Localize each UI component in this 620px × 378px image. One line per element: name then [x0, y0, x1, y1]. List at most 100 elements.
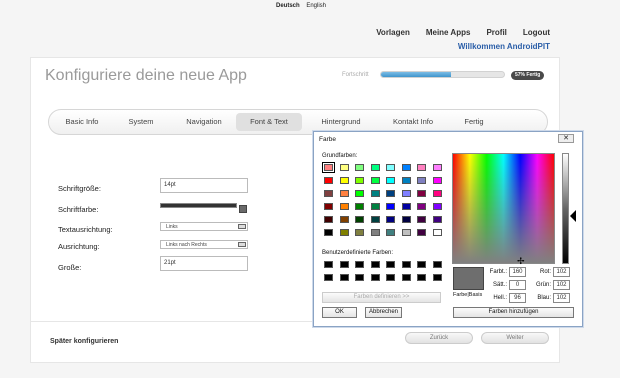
basic-color-swatch[interactable]	[417, 164, 426, 171]
basic-color-swatch[interactable]	[386, 203, 395, 210]
red-input[interactable]: 102	[553, 267, 570, 277]
basic-color-swatch[interactable]	[324, 190, 333, 197]
basic-color-swatch[interactable]	[370, 203, 380, 210]
basic-color-swatch[interactable]	[386, 216, 395, 223]
tab-navigation[interactable]: Navigation	[177, 110, 231, 134]
basic-color-swatch[interactable]	[355, 229, 364, 236]
basic-color-swatch[interactable]	[417, 229, 426, 236]
basic-color-swatch[interactable]	[432, 164, 442, 171]
basic-color-swatch[interactable]	[386, 177, 395, 184]
basic-color-swatch[interactable]	[324, 203, 333, 210]
custom-color-swatch[interactable]	[339, 274, 349, 281]
basic-color-swatch[interactable]	[370, 190, 380, 197]
custom-color-swatch[interactable]	[386, 261, 395, 268]
basic-color-swatch[interactable]	[355, 216, 364, 223]
basic-color-swatch[interactable]	[324, 177, 333, 184]
custom-color-swatch[interactable]	[339, 261, 349, 268]
basic-color-swatch[interactable]	[401, 164, 411, 171]
basic-color-swatch[interactable]	[432, 190, 442, 197]
basic-color-swatch[interactable]	[432, 203, 442, 210]
next-button[interactable]: Weiter	[481, 332, 549, 344]
basic-color-swatch[interactable]	[417, 216, 426, 223]
basic-color-swatch[interactable]	[401, 229, 411, 236]
custom-color-swatch[interactable]	[355, 261, 364, 268]
lang-german[interactable]: Deutsch	[276, 3, 300, 9]
basic-color-swatch[interactable]	[324, 229, 333, 236]
tab-font-text[interactable]: Font & Text	[236, 113, 302, 131]
lang-english[interactable]: English	[306, 3, 326, 9]
basic-color-swatch[interactable]	[401, 216, 411, 223]
custom-color-swatch[interactable]	[432, 261, 442, 268]
add-custom-colors-button[interactable]: Farben hinzufügen	[453, 307, 574, 318]
basic-color-swatch[interactable]	[322, 162, 335, 173]
basic-color-swatch[interactable]	[386, 229, 395, 236]
tab-basic-info[interactable]: Basic Info	[57, 110, 107, 134]
basic-color-swatch[interactable]	[355, 164, 364, 171]
hue-input[interactable]: 160	[509, 267, 526, 277]
tab-system[interactable]: System	[119, 110, 163, 134]
close-icon[interactable]: ✕	[558, 134, 574, 143]
nav-templates[interactable]: Vorlagen	[376, 28, 410, 37]
basic-color-swatch[interactable]	[355, 190, 364, 197]
custom-color-swatch[interactable]	[417, 274, 426, 281]
basic-color-swatch[interactable]	[417, 203, 426, 210]
basic-color-swatch[interactable]	[370, 177, 380, 184]
color-spectrum[interactable]	[452, 153, 555, 264]
basic-color-swatch[interactable]	[324, 216, 333, 223]
custom-color-swatch[interactable]	[401, 261, 411, 268]
basic-color-swatch[interactable]	[386, 190, 395, 197]
basic-color-swatch[interactable]	[401, 177, 411, 184]
back-button[interactable]: Zurück	[405, 332, 473, 344]
basic-color-swatch[interactable]	[432, 216, 442, 223]
text-align-select[interactable]: Links	[160, 222, 248, 231]
define-colors-button[interactable]: Farben definieren >>	[322, 292, 441, 303]
basic-color-swatch[interactable]	[339, 177, 349, 184]
basic-color-swatch[interactable]	[370, 229, 380, 236]
basic-colors-label: Grundfarben:	[322, 153, 358, 159]
basic-color-swatch[interactable]	[370, 164, 380, 171]
basic-color-swatch[interactable]	[417, 190, 426, 197]
crosshair-icon[interactable]: ✢	[517, 257, 525, 266]
custom-color-swatch[interactable]	[432, 274, 442, 281]
basic-color-swatch[interactable]	[355, 203, 364, 210]
basic-color-swatch[interactable]	[432, 229, 442, 236]
alignment-select[interactable]: Links nach Rechts	[160, 240, 248, 249]
basic-color-swatch[interactable]	[339, 203, 349, 210]
basic-color-swatch[interactable]	[432, 177, 442, 184]
custom-color-swatch[interactable]	[370, 261, 380, 268]
basic-color-swatch[interactable]	[339, 190, 349, 197]
basic-color-swatch[interactable]	[417, 177, 426, 184]
custom-color-swatch[interactable]	[370, 274, 380, 281]
font-color-swatch[interactable]	[239, 205, 247, 213]
basic-color-swatch[interactable]	[401, 190, 411, 197]
custom-color-swatch[interactable]	[324, 274, 333, 281]
custom-color-swatch[interactable]	[386, 274, 395, 281]
luminosity-bar[interactable]	[562, 153, 569, 264]
basic-color-swatch[interactable]	[386, 164, 395, 171]
nav-profile[interactable]: Profil	[486, 28, 506, 37]
luminosity-arrow-icon[interactable]	[570, 210, 576, 222]
custom-colors-label: Benutzerdefinierte Farben:	[322, 250, 394, 256]
ok-button[interactable]: OK	[322, 307, 357, 318]
font-size-input[interactable]: 14pt	[160, 178, 248, 193]
basic-color-swatch[interactable]	[339, 216, 349, 223]
blue-input[interactable]: 102	[553, 293, 570, 303]
basic-color-swatch[interactable]	[401, 203, 411, 210]
basic-color-swatch[interactable]	[370, 216, 380, 223]
configure-later-link[interactable]: Später konfigurieren	[50, 338, 118, 345]
custom-color-swatch[interactable]	[324, 261, 333, 268]
basic-color-swatch[interactable]	[339, 164, 349, 171]
basic-color-swatch[interactable]	[339, 229, 349, 236]
basic-color-swatch[interactable]	[355, 177, 364, 184]
font-color-bar[interactable]	[160, 203, 237, 208]
custom-color-swatch[interactable]	[355, 274, 364, 281]
custom-color-swatch[interactable]	[417, 261, 426, 268]
size-input[interactable]: 21pt	[160, 256, 248, 271]
nav-logout[interactable]: Logout	[523, 28, 550, 37]
nav-my-apps[interactable]: Meine Apps	[426, 28, 471, 37]
custom-color-swatch[interactable]	[401, 274, 411, 281]
cancel-button[interactable]: Abbrechen	[365, 307, 402, 318]
sat-input[interactable]: 0	[509, 280, 526, 290]
green-input[interactable]: 102	[553, 280, 570, 290]
lum-input[interactable]: 96	[509, 293, 526, 303]
